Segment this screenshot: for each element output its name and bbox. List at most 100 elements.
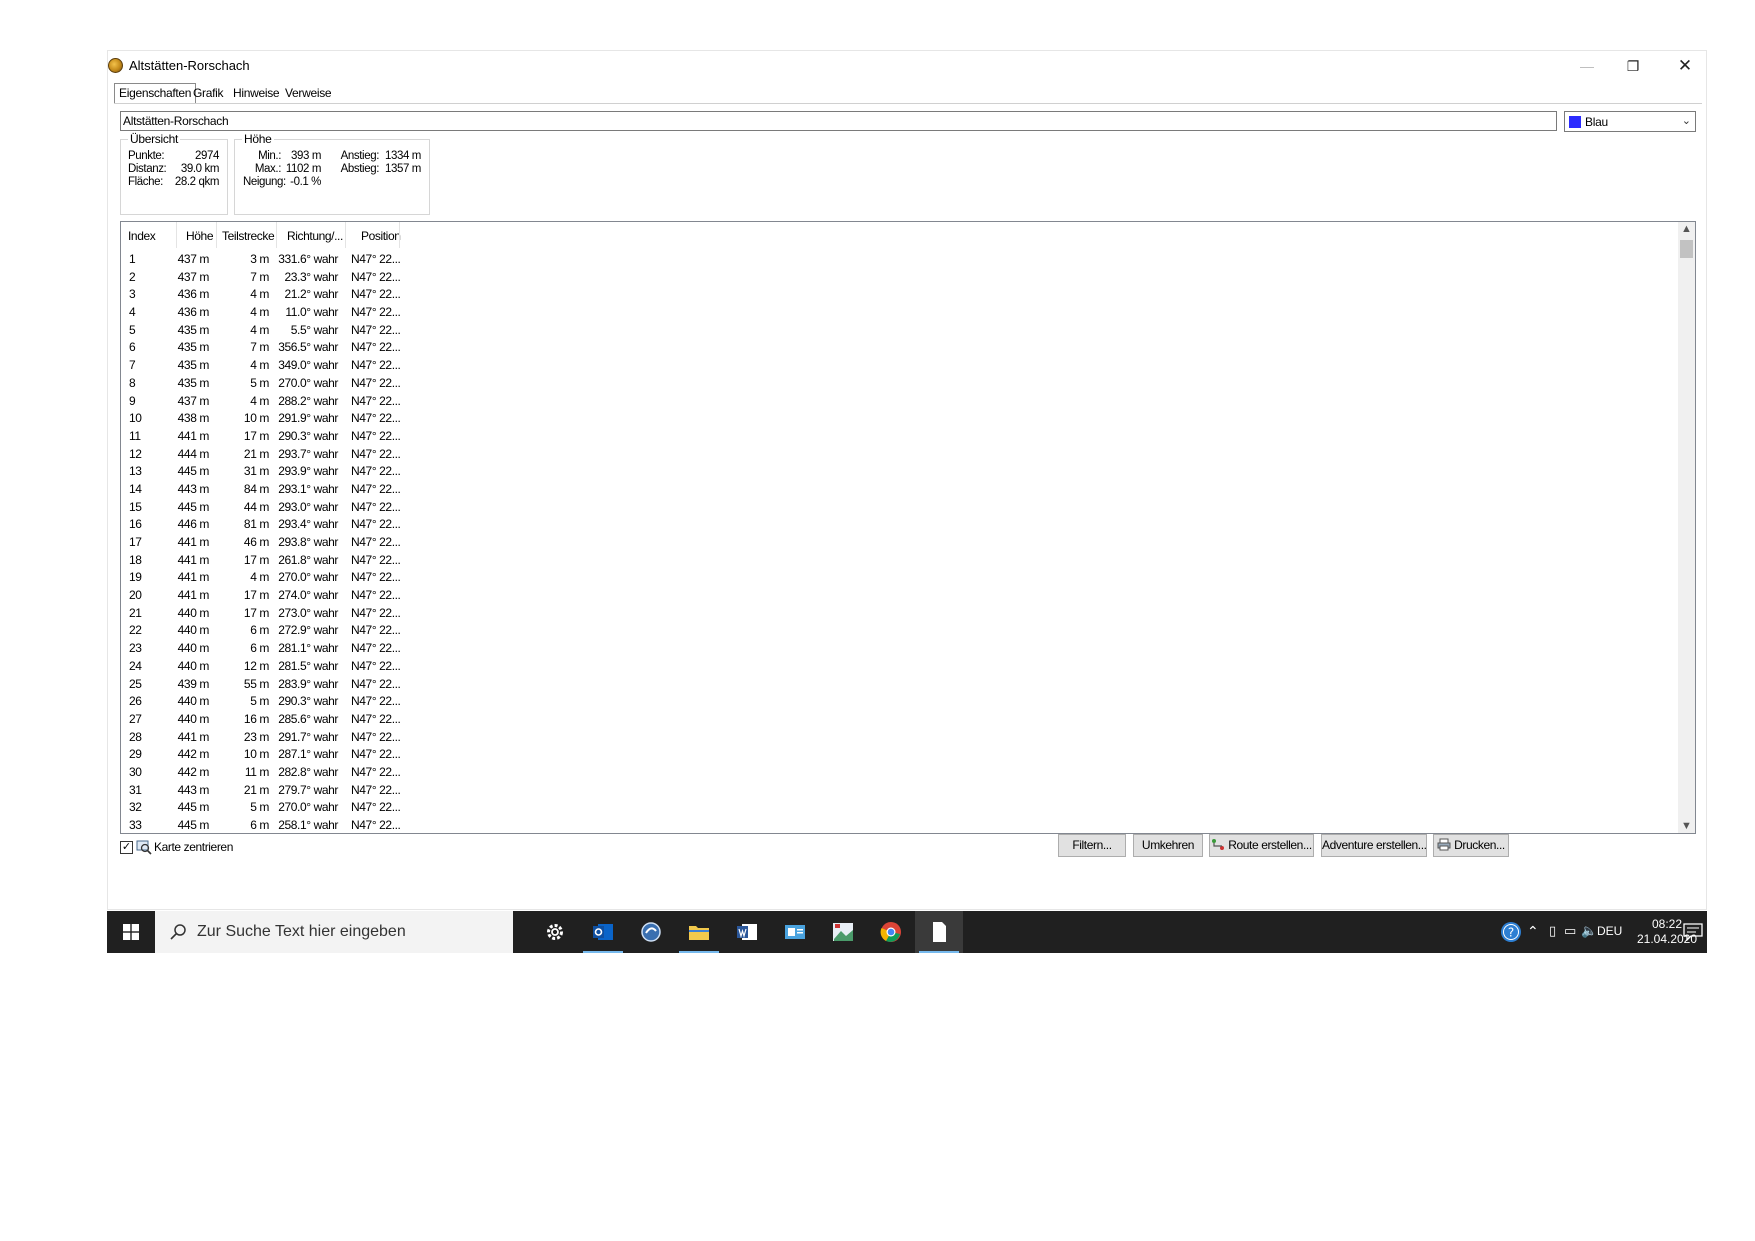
table-row[interactable]: 21 440 m 17 m 273.0° wahr N47° 22... [121,604,441,622]
table-row[interactable]: 7 435 m 4 m 349.0° wahr N47° 22... [121,356,441,374]
file-explorer-icon [689,926,709,940]
table-row[interactable]: 27 440 m 16 m 285.6° wahr N47° 22... [121,710,441,728]
table-row[interactable]: 26 440 m 5 m 290.3° wahr N47° 22... [121,692,441,710]
table-row[interactable]: 18 441 m 17 m 261.8° wahr N47° 22... [121,551,441,569]
taskbar-word[interactable] [723,911,771,953]
app-window: Altstätten-Rorschach — ❐ ✕ Eigenschaften… [107,50,1707,910]
column-divider[interactable] [276,222,277,248]
vertical-scrollbar[interactable]: ▲ ▼ [1678,222,1695,833]
cell-direction: 261.8° wahr [278,552,338,567]
cell-segment: 7 m [250,269,269,284]
table-row[interactable]: 29 442 m 10 m 287.1° wahr N47° 22... [121,745,441,763]
table-row[interactable]: 23 440 m 6 m 281.1° wahr N47° 22... [121,639,441,657]
tab-grafik[interactable]: Grafik [189,85,227,102]
table-row[interactable]: 2 437 m 7 m 23.3° wahr N47° 22... [121,268,441,286]
taskbar-browser[interactable] [627,911,675,953]
maximize-button[interactable]: ❐ [1610,51,1656,81]
reverse-button[interactable]: Umkehren [1133,834,1203,857]
table-row[interactable]: 20 441 m 17 m 274.0° wahr N47° 22... [121,586,441,604]
table-row[interactable]: 28 441 m 23 m 291.7° wahr N47° 22... [121,728,441,746]
table-row[interactable]: 16 446 m 81 m 293.4° wahr N47° 22... [121,515,441,533]
table-row[interactable]: 10 438 m 10 m 291.9° wahr N47° 22... [121,409,441,427]
color-select[interactable]: Blau ⌄ [1564,111,1696,132]
cell-height: 441 m [177,570,210,585]
cell-height: 435 m [177,358,210,373]
table-row[interactable]: 11 441 m 17 m 290.3° wahr N47° 22... [121,427,441,445]
column-header-position[interactable]: Position [361,229,401,243]
table-row[interactable]: 13 445 m 31 m 293.9° wahr N47° 22... [121,462,441,480]
cell-segment: 6 m [250,623,269,638]
cell-position: N47° 22... [351,764,401,779]
column-divider[interactable] [216,222,217,248]
table-row[interactable]: 3 436 m 4 m 21.2° wahr N47° 22... [121,285,441,303]
language-indicator[interactable]: DEU [1597,924,1622,938]
close-button[interactable]: ✕ [1662,51,1708,81]
printer-icon [1437,838,1451,851]
create-adventure-button[interactable]: Adventure erstellen... [1321,834,1427,857]
tab-eigenschaften[interactable]: Eigenschaften [114,83,197,103]
scroll-up-icon[interactable]: ▲ [1678,223,1695,235]
table-row[interactable]: 25 439 m 55 m 283.9° wahr N47° 22... [121,675,441,693]
network-icon[interactable]: ▭ [1564,923,1576,939]
print-button[interactable]: Drucken... [1433,834,1509,857]
document-icon [933,922,946,942]
taskbar-document[interactable] [915,911,963,953]
table-row[interactable]: 33 445 m 6 m 258.1° wahr N47° 22... [121,816,441,833]
table-row[interactable]: 19 441 m 4 m 270.0° wahr N47° 22... [121,568,441,586]
table-row[interactable]: 14 443 m 84 m 293.1° wahr N47° 22... [121,480,441,498]
scrollbar-thumb[interactable] [1680,240,1693,258]
center-map-label[interactable]: Karte zentrieren [154,840,233,854]
table-row[interactable]: 9 437 m 4 m 288.2° wahr N47° 22... [121,392,441,410]
cell-index: 25 [129,676,142,691]
minimize-button[interactable]: — [1564,51,1610,81]
table-row[interactable]: 15 445 m 44 m 293.0° wahr N47° 22... [121,498,441,516]
taskbar-photos[interactable] [819,911,867,953]
taskbar-mail[interactable] [771,911,819,953]
table-row[interactable]: 24 440 m 12 m 281.5° wahr N47° 22... [121,657,441,675]
usb-icon[interactable]: ▯ [1549,923,1556,939]
table-row[interactable]: 12 444 m 21 m 293.7° wahr N47° 22... [121,445,441,463]
scroll-down-icon[interactable]: ▼ [1678,820,1695,832]
create-route-button[interactable]: Route erstellen... [1209,834,1314,857]
cell-direction: 293.1° wahr [278,481,338,496]
table-row[interactable]: 31 443 m 21 m 279.7° wahr N47° 22... [121,781,441,799]
start-button[interactable] [107,911,155,953]
table-row[interactable]: 1 437 m 3 m 331.6° wahr N47° 22... [121,250,441,268]
cell-segment: 84 m [243,481,269,496]
table-row[interactable]: 32 445 m 5 m 270.0° wahr N47° 22... [121,798,441,816]
elevation-group: Höhe Min.: 393 m Max.: 1102 m Neigung: -… [234,132,430,215]
taskbar-settings[interactable] [531,911,579,953]
column-divider[interactable] [399,222,400,248]
table-row[interactable]: 6 435 m 7 m 356.5° wahr N47° 22... [121,338,441,356]
volume-icon[interactable]: 🔈 [1581,923,1597,939]
tab-verweise[interactable]: Verweise [281,85,335,102]
table-row[interactable]: 22 440 m 6 m 272.9° wahr N47° 22... [121,621,441,639]
table-row[interactable]: 30 442 m 11 m 282.8° wahr N47° 22... [121,763,441,781]
column-divider[interactable] [345,222,346,248]
table-row[interactable]: 17 441 m 46 m 293.8° wahr N47° 22... [121,533,441,551]
column-header-direction[interactable]: Richtung/... [287,229,343,243]
notifications-icon[interactable] [1683,923,1703,941]
overview-group: Übersicht Punkte: 2974 Distanz: 39.0 km … [120,132,228,215]
tab-hinweise[interactable]: Hinweise [229,85,283,102]
table-row[interactable]: 4 436 m 4 m 11.0° wahr N47° 22... [121,303,441,321]
max-value: 1102 m [285,163,322,175]
track-name-input[interactable] [120,111,1557,131]
track-points-table[interactable]: Index Höhe Teilstrecke Richtung/... Posi… [120,221,1696,834]
cell-height: 437 m [177,269,210,284]
column-header-height[interactable]: Höhe [186,229,213,243]
taskbar-chrome[interactable] [867,911,915,953]
center-map-checkbox[interactable]: ✓ [120,841,133,854]
chevron-up-icon[interactable]: ⌃ [1527,923,1539,940]
column-divider[interactable] [176,222,177,248]
table-row[interactable]: 8 435 m 5 m 270.0° wahr N47° 22... [121,374,441,392]
column-header-segment[interactable]: Teilstrecke [222,229,275,243]
taskbar-file-explorer[interactable] [675,911,723,953]
taskbar-search[interactable]: Zur Suche Text hier eingeben [155,911,513,953]
filter-button[interactable]: Filtern... [1058,834,1126,857]
taskbar-outlook[interactable] [579,911,627,953]
column-header-index[interactable]: Index [128,229,156,243]
table-row[interactable]: 5 435 m 4 m 5.5° wahr N47° 22... [121,321,441,339]
cell-height: 441 m [177,552,210,567]
help-icon[interactable]: ? [1500,921,1522,943]
